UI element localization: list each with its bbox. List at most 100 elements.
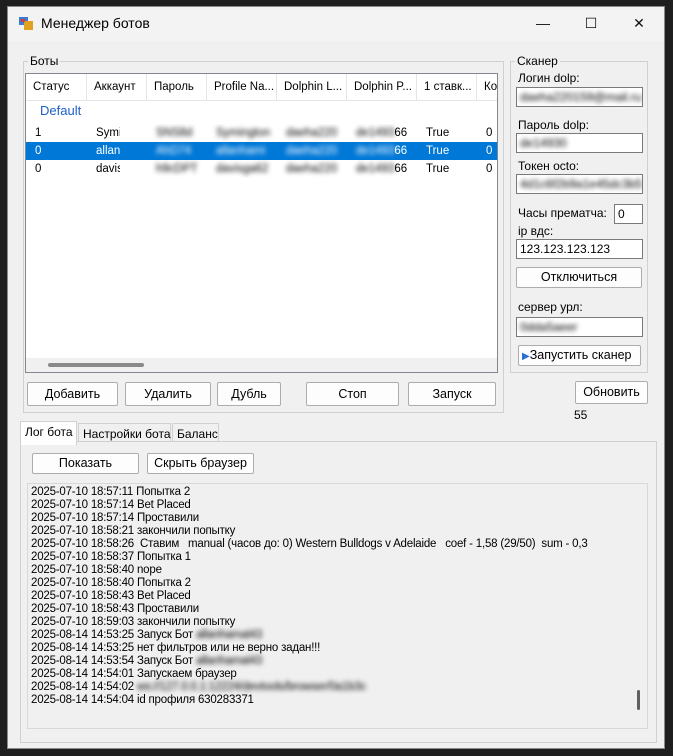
cell-status: 0 [35, 163, 42, 175]
login-dolp-field[interactable]: daeha220159@mail.ru [516, 87, 643, 107]
table-row[interactable]: 0 davisgs h9cDPT davisga62 daeha220 de149366… [26, 160, 497, 178]
log-text: 2025-07-10 18:58:40 nope [31, 564, 162, 576]
column-dolphin-password[interactable]: Dolphin P... [347, 74, 417, 100]
log-line: 2025-07-10 18:57:14 Bet Placed [31, 499, 191, 512]
log-line: 2025-07-10 18:58:21 закончили попытку [31, 525, 235, 538]
delete-bot-button[interactable]: Удалить [125, 382, 211, 406]
cell-text: 66 [394, 163, 408, 175]
close-icon[interactable]: ✕ [616, 7, 662, 39]
bots-group-title: Боты [28, 54, 61, 68]
log-line: 2025-08-14 14:54:04 id профиля 630283371 [31, 694, 254, 707]
add-bot-button[interactable]: Добавить [27, 382, 118, 406]
cell-password: SNS8d [147, 124, 207, 142]
cell-text: Symingt [96, 127, 120, 139]
cell-blurred: AhD74 [156, 145, 192, 157]
cell-first-bet: True [426, 163, 450, 175]
cell-count: 0 [486, 127, 493, 139]
log-blurred: allanhamal43 [196, 629, 263, 641]
column-first-bet[interactable]: 1 ставк... [417, 74, 477, 100]
cell-dolphin-login: daeha220 [277, 142, 347, 160]
log-line: 2025-08-14 14:53:25 Запуск Бот allanhama… [31, 629, 262, 642]
stop-button[interactable]: Стоп [306, 382, 399, 406]
log-line: 2025-07-10 18:58:43 Bet Placed [31, 590, 191, 603]
log-text: 2025-08-14 14:54:02 [31, 681, 137, 693]
log-text: 2025-08-14 14:53:54 Запуск Бот [31, 655, 197, 667]
column-account[interactable]: Аккаунт [87, 74, 147, 100]
bot-log-textbox[interactable]: 2025-07-10 18:57:11 Попытка 2 2025-07-10 … [27, 483, 648, 729]
column-profile-name[interactable]: Profile Na... [207, 74, 277, 100]
server-url-field[interactable]: 0dda5aeer [516, 317, 643, 337]
bots-list-header: Статус Аккаунт Пароль Profile Na... Dolp… [26, 74, 497, 101]
cell-profile-name: allanhami [207, 142, 277, 160]
log-line: 2025-07-10 18:58:37 Попытка 1 [31, 551, 191, 564]
start-button[interactable]: Запуск [408, 382, 496, 406]
cell-dolphin-password: de149366 [347, 160, 417, 178]
scrollbar-thumb[interactable] [48, 363, 144, 367]
vertical-scrollbar[interactable] [630, 484, 647, 728]
hide-browser-button[interactable]: Скрыть браузер [147, 453, 254, 474]
refresh-button[interactable]: Обновить [575, 381, 648, 404]
cell-text: 66 [394, 127, 408, 139]
tab-bot-log[interactable]: Лог бота [20, 421, 77, 445]
column-status[interactable]: Статус [26, 74, 87, 100]
log-text: 2025-07-10 18:57:11 Попытка 2 [31, 486, 191, 498]
maximize-icon[interactable]: ☐ [568, 7, 614, 39]
cell-account: davisgs [87, 160, 147, 178]
cell-text: 66 [394, 145, 408, 157]
table-row[interactable]: 1 Symingt SNS8d Symington daeha220 de149366 T… [26, 124, 497, 142]
log-text: 2025-08-14 14:53:25 Запуск Бот [31, 629, 197, 641]
title-bar[interactable]: Менеджер ботов — ☐ ✕ [8, 7, 664, 41]
cell-profile-name: Symington [207, 124, 277, 142]
bots-list[interactable]: Статус Аккаунт Пароль Profile Na... Dolp… [25, 73, 498, 373]
column-password[interactable]: Пароль [147, 74, 207, 100]
password-dolp-field[interactable]: de14930 [516, 133, 643, 153]
password-dolp-label: Пароль dolp: [518, 118, 589, 132]
start-scanner-button[interactable]: ▶Запустить сканер [518, 345, 641, 366]
cell-status: 1 [35, 127, 42, 139]
column-count[interactable]: Ко [477, 74, 497, 100]
cell-blurred [120, 163, 126, 175]
start-scanner-label: Запустить сканер [529, 348, 632, 362]
scrollbar-thumb[interactable] [637, 690, 640, 710]
horizontal-scrollbar[interactable] [26, 358, 497, 372]
minimize-icon[interactable]: — [520, 7, 566, 39]
log-blurred: ws://127.0.0.1:12224/devtools/browser/0a… [136, 681, 367, 693]
column-dolphin-login[interactable]: Dolphin L... [277, 74, 347, 100]
disconnect-button[interactable]: Отключиться [516, 267, 642, 288]
log-text: 2025-07-10 18:57:14 Проставили [31, 512, 199, 524]
token-octo-field[interactable]: 4d1c6f2b9a1e45dc3b5 [516, 174, 643, 194]
log-text: 2025-07-10 18:59:03 закончили попытку [31, 616, 236, 628]
play-icon: ▶ [522, 351, 530, 362]
show-button[interactable]: Показать [32, 453, 139, 474]
log-text: 2025-07-10 18:58:21 закончили попытку [31, 525, 236, 537]
cell-blurred: daeha220 [286, 145, 338, 157]
cell-blurred [120, 145, 126, 157]
log-text: 2025-07-10 18:58:40 Попытка 2 [31, 577, 191, 589]
cell-blurred: de1493 [356, 127, 395, 139]
cell-blurred: allanhami [216, 145, 266, 157]
table-row[interactable]: 0 allanhu AhD74 allanhami daeha220 de149366 T… [26, 142, 497, 160]
log-line: 2025-07-10 18:58:40 nope [31, 564, 162, 577]
list-group-default: Default [40, 103, 82, 118]
cell-blurred: de1493 [356, 145, 395, 157]
cell-blurred: davisga62 [216, 163, 269, 175]
log-line: 2025-07-10 18:57:11 Попытка 2 [31, 486, 190, 499]
bot-log-panel: Показать Скрыть браузер 2025-07-10 18:57… [20, 441, 657, 743]
log-line: 2025-07-10 18:57:14 Проставили [31, 512, 199, 525]
ip-vds-field[interactable]: 123.123.123.123 [516, 239, 643, 259]
cell-text: allanhu [96, 145, 120, 157]
cell-first-bet: True [426, 127, 450, 139]
log-text: 2025-08-14 14:54:04 id профиля 630283371 [31, 694, 254, 706]
cell-first-bet: True [426, 145, 450, 157]
cell-count: 0 [486, 163, 493, 175]
cell-password: h9cDPT [147, 160, 207, 178]
prematch-hours-field[interactable]: 0 [614, 204, 643, 224]
log-text: 2025-07-10 18:58:26 Ставим manual (часов… [31, 538, 588, 550]
cell-account: Symingt [87, 124, 147, 142]
log-text: 2025-07-10 18:58:43 Проставили [31, 603, 199, 615]
cell-blurred: daeha220 [286, 127, 338, 139]
cell-account: allanhu [87, 142, 147, 160]
log-line: 2025-07-10 18:58:40 Попытка 2 [31, 577, 191, 590]
cell-count: 0 [486, 145, 493, 157]
duplicate-bot-button[interactable]: Дубль [217, 382, 281, 406]
